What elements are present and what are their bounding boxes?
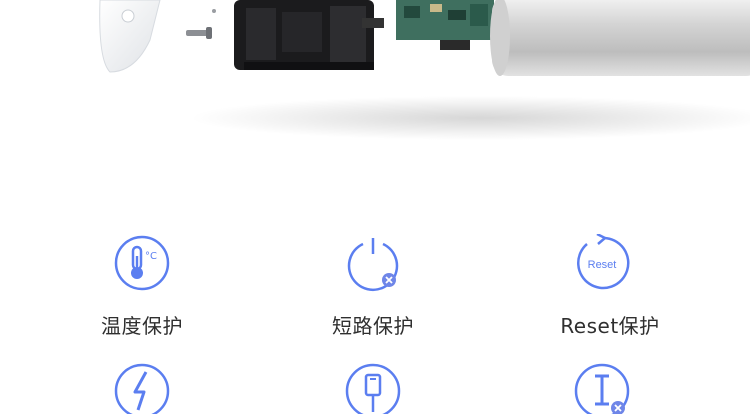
screw <box>186 27 212 39</box>
feature-label: Reset保护 <box>560 314 660 338</box>
product-exploded-view <box>0 0 750 215</box>
feature-label: 短路保护 <box>332 314 414 338</box>
reset-text: Reset <box>588 259 617 271</box>
power-short-circuit-icon <box>344 234 402 292</box>
circuit-board <box>396 0 494 50</box>
usb-cable-icon <box>344 362 402 414</box>
plastic-frame <box>234 0 384 70</box>
reset-icon: Reset <box>573 234 631 292</box>
current-icon <box>573 362 631 414</box>
lightning-icon <box>113 362 171 414</box>
celsius-unit: °C <box>145 251 157 262</box>
feature-label: 温度保护 <box>101 314 183 338</box>
thermometer-icon: °C <box>113 234 171 292</box>
product-illustration <box>99 0 750 140</box>
aluminium-housing <box>490 0 750 76</box>
